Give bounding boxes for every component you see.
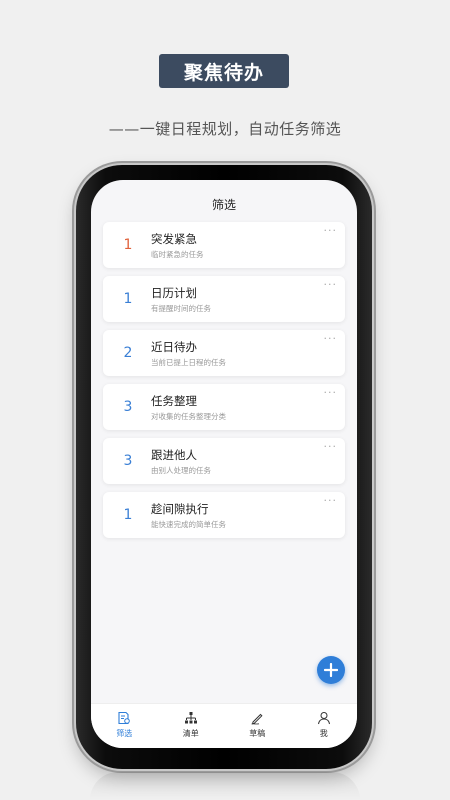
pen-icon bbox=[251, 713, 263, 725]
task-count: 1 bbox=[123, 237, 133, 253]
promo-title-badge: 聚焦待办 bbox=[159, 54, 289, 88]
task-count: 3 bbox=[123, 399, 133, 415]
tab-list[interactable]: 清单 bbox=[158, 704, 225, 748]
task-count: 2 bbox=[123, 345, 133, 361]
filter-description: 有提醒时间的任务 bbox=[151, 304, 211, 313]
filter-doc-icon bbox=[118, 711, 131, 725]
task-count: 1 bbox=[123, 507, 133, 523]
filter-item-quick[interactable]: 1 趁间隙执行 能快速完成的简单任务 ··· bbox=[103, 492, 345, 538]
filter-name: 任务整理 bbox=[151, 394, 197, 408]
tab-label: 清单 bbox=[182, 729, 199, 738]
person-icon bbox=[317, 712, 330, 725]
more-icon[interactable]: ··· bbox=[324, 332, 338, 345]
more-icon[interactable]: ··· bbox=[324, 224, 338, 237]
task-count: 1 bbox=[123, 291, 133, 307]
filter-name: 跟进他人 bbox=[151, 448, 197, 462]
phone-screen: 筛选 1 突发紧急 临时紧急的任务 ··· 1 日历计划 有提醒时间的任务 ··… bbox=[91, 180, 357, 748]
more-icon[interactable]: ··· bbox=[324, 494, 338, 507]
tab-drafts[interactable]: 草稿 bbox=[224, 704, 291, 748]
more-icon[interactable]: ··· bbox=[324, 386, 338, 399]
tree-list-icon bbox=[184, 712, 197, 724]
filter-name: 近日待办 bbox=[151, 340, 197, 354]
tab-label: 我 bbox=[319, 729, 328, 738]
filter-item-recent[interactable]: 2 近日待办 当前已提上日程的任务 ··· bbox=[103, 330, 345, 376]
task-count: 3 bbox=[123, 453, 133, 469]
filter-list: 1 突发紧急 临时紧急的任务 ··· 1 日历计划 有提醒时间的任务 ··· 2… bbox=[103, 222, 345, 546]
filter-item-calendar[interactable]: 1 日历计划 有提醒时间的任务 ··· bbox=[103, 276, 345, 322]
filter-name: 突发紧急 bbox=[151, 232, 197, 246]
filter-description: 能快速完成的简单任务 bbox=[151, 520, 226, 529]
page-title: 筛选 bbox=[211, 198, 236, 212]
promo-subtitle: ——一键日程规划，自动任务筛选 bbox=[108, 120, 342, 138]
plus-icon bbox=[324, 663, 338, 677]
filter-description: 临时紧急的任务 bbox=[151, 250, 204, 259]
filter-item-organize[interactable]: 3 任务整理 对收集的任务整理分类 ··· bbox=[103, 384, 345, 430]
filter-description: 由别人处理的任务 bbox=[151, 466, 211, 475]
bottom-tab-bar: 筛选 清单 草稿 我 bbox=[91, 703, 357, 748]
filter-item-follow-up[interactable]: 3 跟进他人 由别人处理的任务 ··· bbox=[103, 438, 345, 484]
tab-filter[interactable]: 筛选 bbox=[91, 704, 158, 748]
tab-label: 筛选 bbox=[116, 729, 133, 738]
filter-description: 当前已提上日程的任务 bbox=[151, 358, 226, 367]
filter-item-urgent[interactable]: 1 突发紧急 临时紧急的任务 ··· bbox=[103, 222, 345, 268]
more-icon[interactable]: ··· bbox=[324, 440, 338, 453]
add-task-button[interactable] bbox=[317, 656, 345, 684]
filter-description: 对收集的任务整理分类 bbox=[151, 412, 226, 421]
phone-reflection bbox=[90, 772, 360, 800]
tab-label: 草稿 bbox=[249, 729, 266, 738]
more-icon[interactable]: ··· bbox=[324, 278, 338, 291]
filter-name: 趁间隙执行 bbox=[151, 502, 209, 516]
filter-name: 日历计划 bbox=[151, 286, 197, 300]
tab-me[interactable]: 我 bbox=[291, 704, 358, 748]
